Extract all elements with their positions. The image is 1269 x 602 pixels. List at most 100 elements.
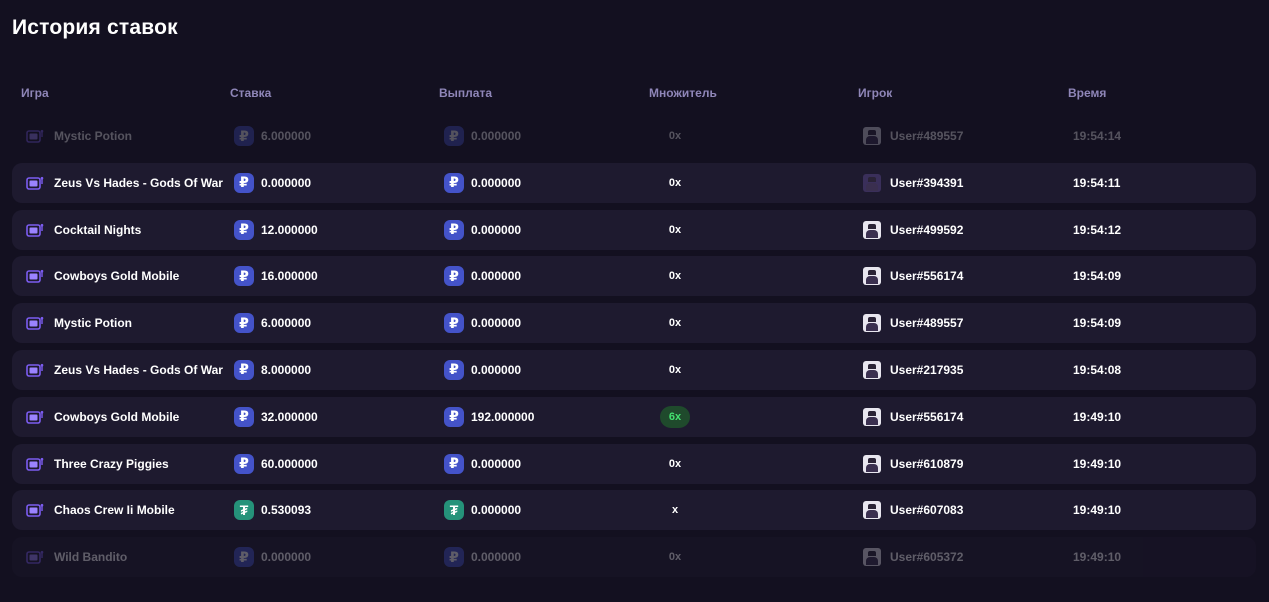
player-name[interactable]: User#605372 [890, 550, 963, 564]
ruble-icon: ₽ [444, 219, 464, 240]
bet-cell: ₽6.000000 [234, 303, 311, 343]
table-row[interactable]: Wild Bandito ₽0.000000 ₽0.000000 0x User#605… [12, 537, 1256, 578]
multiplier-badge: 6x [660, 405, 690, 428]
payout-amount: 0.000000 [471, 503, 522, 518]
column-header-player: Игрок [858, 86, 893, 100]
player-name[interactable]: User#489557 [890, 129, 963, 143]
game-cell[interactable]: Chaos Crew Ii Mobile [26, 490, 226, 530]
player-name[interactable]: User#499592 [890, 223, 963, 237]
player-cell[interactable]: User#556174 [863, 256, 963, 296]
payout-cell: ₽0.000000 [444, 350, 521, 390]
bet-amount: 8.000000 [261, 362, 312, 377]
time-cell: 19:49:10 [1073, 397, 1121, 437]
ruble-icon: ₽ [444, 359, 464, 380]
game-name[interactable]: Cowboys Gold Mobile [54, 269, 179, 283]
table-row[interactable]: Mystic Potion ₽6.000000 ₽0.000000 0x User#48… [12, 303, 1256, 344]
game-name[interactable]: Wild Bandito [54, 550, 127, 564]
payout-amount: 0.000000 [471, 269, 522, 284]
game-cell[interactable]: Zeus Vs Hades - Gods Of War M [26, 350, 226, 390]
payout-amount: 0.000000 [471, 129, 522, 143]
multiplier-cell: 0x [660, 444, 690, 484]
player-name[interactable]: User#610879 [890, 457, 963, 471]
multiplier-badge: 0x [668, 176, 682, 189]
slot-machine-icon [26, 316, 44, 330]
game-name[interactable]: Zeus Vs Hades - Gods Of War M [54, 363, 226, 377]
player-cell[interactable]: User#217935 [863, 350, 963, 390]
payout-amount: 192.000000 [471, 409, 535, 424]
game-cell[interactable]: Cocktail Nights [26, 210, 226, 250]
bet-amount: 12.000000 [261, 222, 318, 237]
bet-cell: ₽32.000000 [234, 397, 318, 437]
game-cell[interactable]: Three Crazy Piggies [26, 444, 226, 484]
time-cell: 19:49:10 [1073, 537, 1121, 577]
bet-cell: ₽0.000000 [234, 537, 311, 577]
player-cell[interactable]: User#489557 [863, 116, 963, 156]
player-cell[interactable]: User#607083 [863, 490, 963, 530]
player-name[interactable]: User#217935 [890, 363, 963, 377]
game-name[interactable]: Mystic Potion [54, 316, 132, 330]
ruble-icon: ₽ [234, 266, 254, 287]
player-name[interactable]: User#607083 [890, 503, 963, 517]
player-name[interactable]: User#556174 [890, 269, 963, 283]
time-cell: 19:54:09 [1073, 256, 1121, 296]
game-name[interactable]: Chaos Crew Ii Mobile [54, 503, 175, 517]
table-row[interactable]: Three Crazy Piggies ₽60.000000 ₽0.000000 0x… [12, 443, 1256, 484]
player-cell[interactable]: User#610879 [863, 444, 963, 484]
payout-cell: ₽0.000000 [444, 116, 521, 156]
game-cell[interactable]: Mystic Potion [26, 116, 226, 156]
user-avatar [863, 407, 881, 426]
bet-cell: ₽8.000000 [234, 350, 311, 390]
table-row[interactable]: Zeus Vs Hades - Gods Of War M ₽0.000000 ₽0… [12, 162, 1256, 203]
table-row[interactable]: Zeus Vs Hades - Gods Of War M ₽8.000000 ₽0… [12, 349, 1256, 390]
time-cell: 19:54:08 [1073, 350, 1121, 390]
table-row[interactable]: Cowboys Gold Mobile ₽16.000000 ₽0.000000 0x… [12, 256, 1256, 297]
player-name[interactable]: User#556174 [890, 410, 963, 424]
bet-amount: 0.530093 [261, 503, 312, 518]
player-cell[interactable]: User#605372 [863, 537, 963, 577]
tether-icon: ₮ [234, 500, 254, 521]
slot-machine-icon [26, 410, 44, 424]
multiplier-badge: 0x [668, 270, 682, 283]
multiplier-cell: 0x [660, 116, 690, 156]
game-name[interactable]: Three Crazy Piggies [54, 457, 169, 471]
table-row[interactable]: Chaos Crew Ii Mobile ₮ 0.530093 ₮ 0.000000 x U… [12, 490, 1256, 531]
ruble-icon: ₽ [444, 266, 464, 287]
game-cell[interactable]: Cowboys Gold Mobile [26, 397, 226, 437]
table-row[interactable]: Cowboys Gold Mobile ₽32.000000 ₽192.000000… [12, 396, 1256, 437]
time-cell: 19:54:14 [1073, 116, 1121, 156]
game-name[interactable]: Mystic Potion [54, 129, 132, 143]
player-cell[interactable]: User#394391 [863, 163, 963, 203]
game-name[interactable]: Cocktail Nights [54, 223, 141, 237]
table-row[interactable]: Mystic Potion ₽6.000000 ₽0.000000 0x User#48… [12, 116, 1256, 156]
game-cell[interactable]: Zeus Vs Hades - Gods Of War M [26, 163, 226, 203]
player-name[interactable]: User#394391 [890, 176, 963, 190]
table-row[interactable]: Cocktail Nights ₽12.000000 ₽0.000000 0x User… [12, 209, 1256, 250]
player-cell[interactable]: User#499592 [863, 210, 963, 250]
ruble-icon: ₽ [444, 313, 464, 334]
ruble-icon: ₽ [234, 406, 254, 427]
slot-machine-icon [26, 223, 44, 237]
bet-amount: 60.000000 [261, 456, 318, 471]
user-avatar [863, 454, 881, 473]
bet-time: 19:54:09 [1073, 269, 1122, 284]
multiplier-cell: 0x [660, 256, 690, 296]
player-cell[interactable]: User#556174 [863, 397, 963, 437]
column-header-time: Время [1068, 86, 1107, 100]
bets-table: Mystic Potion ₽6.000000 ₽0.000000 0x User#48… [12, 116, 1256, 584]
payout-cell: ₽0.000000 [444, 303, 521, 343]
game-cell[interactable]: Wild Bandito [26, 537, 226, 577]
slot-machine-icon [26, 269, 44, 284]
multiplier-cell: 0x [660, 537, 690, 577]
player-cell[interactable]: User#489557 [863, 303, 963, 343]
multiplier-badge: x [671, 504, 679, 517]
user-avatar [863, 127, 881, 145]
game-name[interactable]: Zeus Vs Hades - Gods Of War M [54, 176, 226, 190]
ruble-icon: ₽ [234, 172, 254, 193]
user-avatar [863, 314, 881, 333]
player-name[interactable]: User#489557 [890, 316, 963, 330]
user-avatar [863, 173, 881, 192]
game-cell[interactable]: Cowboys Gold Mobile [26, 256, 226, 296]
game-cell[interactable]: Mystic Potion [26, 303, 226, 343]
table-header: Игра Ставка Выплата Множитель Игрок Врем… [12, 86, 1256, 102]
game-name[interactable]: Cowboys Gold Mobile [54, 410, 179, 424]
